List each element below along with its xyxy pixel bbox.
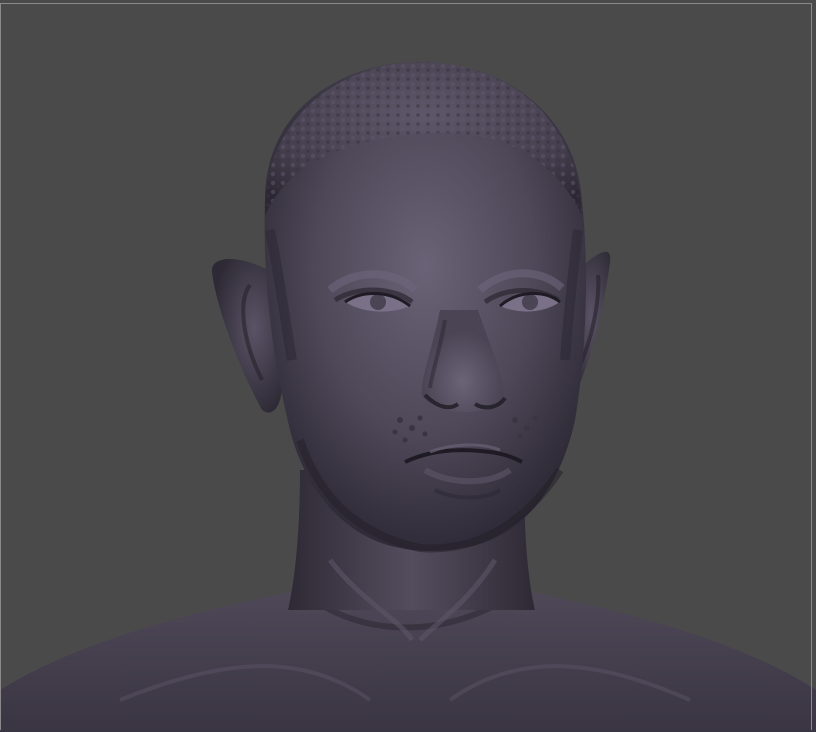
3d-viewport[interactable] — [0, 0, 816, 732]
shoulders-mesh — [0, 587, 816, 732]
sculpt-canvas[interactable] — [0, 0, 816, 732]
